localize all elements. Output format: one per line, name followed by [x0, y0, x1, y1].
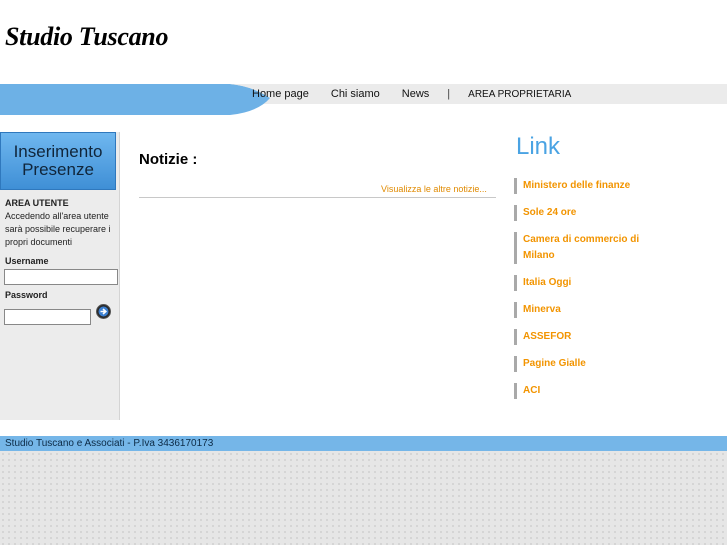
nav-separator: | [447, 88, 451, 100]
link-item-ministero[interactable]: Ministero delle finanze [514, 178, 663, 194]
link-item-camera-commercio[interactable]: Camera di commercio di Milano [514, 232, 658, 264]
nav-area-proprietaria[interactable]: AREA PROPRIETARIA [468, 89, 571, 100]
password-label: Password [5, 290, 48, 300]
arrow-right-icon [98, 306, 109, 317]
nav-home[interactable]: Home page [252, 88, 309, 100]
link-item-italia-oggi[interactable]: Italia Oggi [514, 275, 663, 291]
link-item-assefor[interactable]: ASSEFOR [514, 329, 663, 345]
main-navigation: Home page Chi siamo News | AREA PROPRIET… [252, 84, 593, 104]
area-utente-title: AREA UTENTE [5, 198, 69, 208]
inserimento-presenze-button[interactable]: Inserimento Presenze [0, 132, 116, 190]
presenze-button-line1: Inserimento [13, 142, 103, 161]
news-divider [139, 197, 496, 198]
nav-news[interactable]: News [402, 88, 430, 100]
link-item-aci[interactable]: ACI [514, 383, 663, 399]
presenze-button-line2: Presenze [22, 160, 94, 179]
login-submit-button[interactable] [96, 304, 111, 319]
password-input[interactable] [4, 309, 91, 325]
footer-bar: Studio Tuscano e Associati - P.Iva 34361… [0, 436, 727, 451]
username-label: Username [5, 256, 49, 266]
site-logo[interactable]: Studio Tuscano [5, 22, 168, 52]
area-utente-description: Accedendo all'area utente sarà possibile… [5, 211, 111, 247]
username-input[interactable] [4, 269, 118, 285]
nav-chi-siamo[interactable]: Chi siamo [331, 88, 380, 100]
link-item-sole24ore[interactable]: Sole 24 ore [514, 205, 663, 221]
footer-text: Studio Tuscano e Associati - P.Iva 34361… [5, 438, 214, 449]
links-section-title: Link [516, 133, 561, 160]
link-item-pagine-gialle[interactable]: Pagine Gialle [514, 356, 663, 372]
background-pattern [0, 451, 727, 545]
nav-swoosh-shape [0, 84, 270, 115]
news-section-title: Notizie : [139, 151, 198, 168]
more-news-link[interactable]: Visualizza le altre notizie... [381, 184, 487, 194]
link-item-minerva[interactable]: Minerva [514, 302, 663, 318]
